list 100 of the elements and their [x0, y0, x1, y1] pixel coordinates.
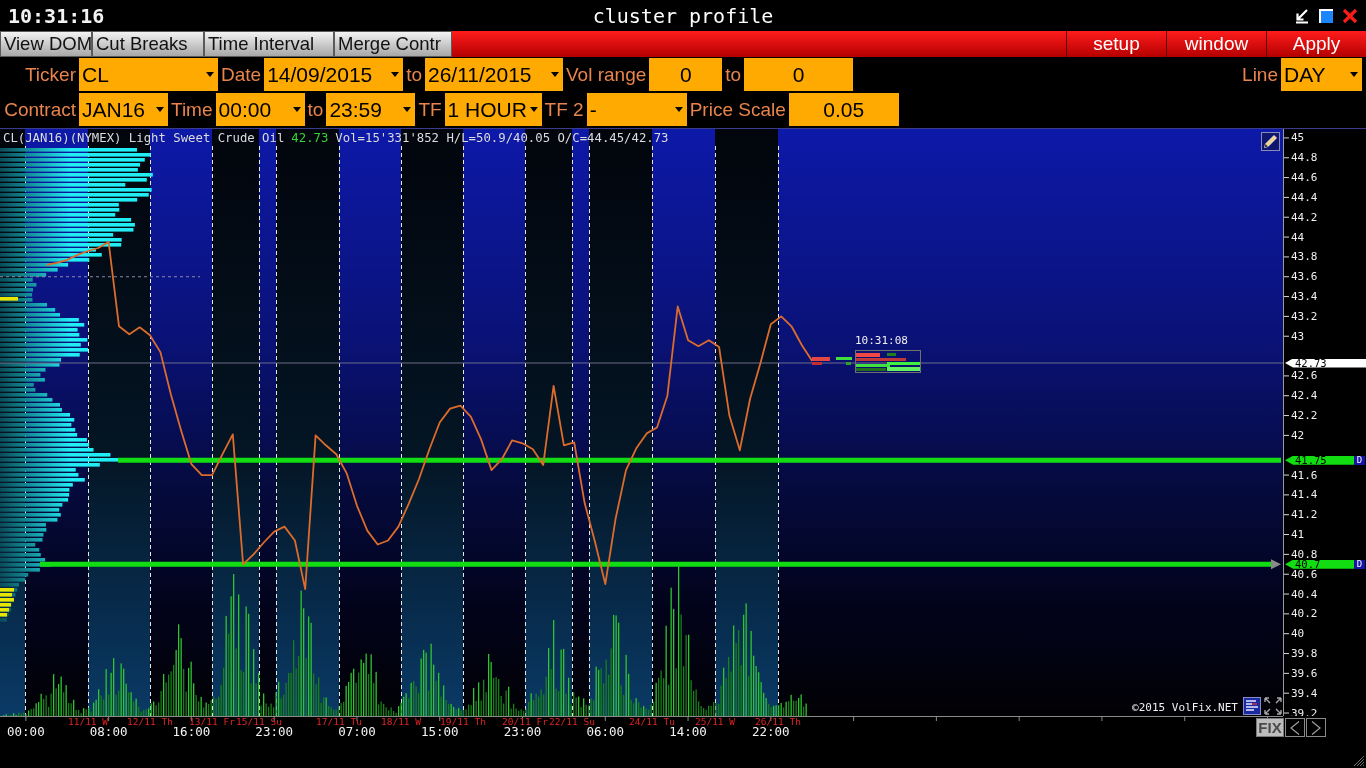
- field-label: Contract: [3, 97, 77, 122]
- field-label: TF 2: [543, 97, 585, 122]
- scroll-right-button[interactable]: [1306, 718, 1326, 737]
- number-field[interactable]: 0.05: [788, 93, 899, 126]
- copyright-text: ©2015 VolFix.NET: [1132, 702, 1238, 714]
- price-tick-label: 40.8: [1291, 549, 1318, 559]
- field-label: Date: [220, 62, 263, 87]
- toolbar-button[interactable]: View DOM: [0, 31, 92, 57]
- price-tick-label: 39.8: [1291, 649, 1318, 659]
- price-tick-label: 42.6: [1291, 371, 1318, 381]
- time-label: 08:00: [89, 726, 128, 738]
- caret-down-icon: [292, 107, 301, 112]
- dropdown-field[interactable]: 00:00: [215, 93, 305, 126]
- clock-time: 10:31:16: [8, 3, 105, 28]
- time-label: 23:00: [255, 726, 293, 738]
- price-tick-label: 43.8: [1291, 252, 1318, 262]
- time-label: 16:00: [172, 726, 211, 738]
- date-label: 11/11 W: [68, 717, 108, 726]
- price-tick-label: 41.6: [1291, 470, 1318, 480]
- time-label: 22:00: [752, 726, 790, 738]
- dropdown-field[interactable]: JAN16: [79, 93, 168, 126]
- window-title: cluster profile: [592, 3, 774, 28]
- toolbar-button[interactable]: Merge Contr: [334, 31, 452, 57]
- price-tick-label: 40.6: [1291, 569, 1318, 579]
- field-label: Price Scale: [688, 97, 787, 122]
- date-label: 15/11 Su: [236, 717, 282, 726]
- dropdown-field[interactable]: CL: [79, 58, 218, 91]
- price-tick-label: 43: [1291, 331, 1305, 341]
- chevron-left-icon: [1289, 720, 1301, 735]
- scroll-left-button[interactable]: [1285, 718, 1305, 737]
- edit-button[interactable]: [1261, 132, 1280, 151]
- price-tick-label: 44.4: [1291, 192, 1318, 202]
- price-tick-label: 42.2: [1291, 411, 1318, 421]
- caret-down-icon: [529, 107, 538, 112]
- price-tick-label: 42.4: [1291, 391, 1318, 401]
- price-tick-label: 40.2: [1291, 609, 1318, 619]
- resize-grip-icon[interactable]: [1351, 753, 1365, 767]
- dropdown-field[interactable]: 14/09/2015: [264, 58, 404, 91]
- price-tick-label: 39.4: [1291, 688, 1318, 698]
- cluster-time: 10:31:08: [855, 335, 908, 347]
- dropdown-field[interactable]: DAY: [1281, 58, 1362, 91]
- dropdown-field[interactable]: -: [586, 93, 687, 126]
- caret-down-icon: [1350, 72, 1358, 77]
- date-label: 25/11 W: [695, 717, 735, 726]
- price-tick-label: 44: [1291, 232, 1305, 242]
- number-field[interactable]: 0: [744, 58, 854, 91]
- date-label: 22/11 Su: [549, 717, 595, 726]
- caret-down-icon: [403, 107, 412, 112]
- close-icon[interactable]: [1342, 7, 1358, 24]
- date-label: 13/11 Fr: [189, 717, 235, 726]
- caret-down-icon: [551, 72, 559, 77]
- bar-list-icon[interactable]: [1243, 697, 1261, 715]
- price-tick-label: 43.6: [1291, 272, 1318, 282]
- time-label: 15:00: [420, 726, 459, 738]
- field-label: to: [405, 62, 423, 87]
- chevron-right-icon: [1310, 720, 1322, 735]
- dropdown-field[interactable]: 23:59: [326, 93, 416, 126]
- dropdown-field[interactable]: 26/11/2015: [425, 58, 563, 91]
- price-tick-label: 43.4: [1291, 292, 1318, 302]
- level-tag: D: [1354, 455, 1365, 465]
- date-label: 17/11 Tu: [316, 717, 362, 726]
- level-tag: D: [1354, 559, 1365, 569]
- price-tick-label: 41: [1291, 530, 1305, 540]
- level-marker: 41.75: [1285, 455, 1354, 465]
- dropdown-field[interactable]: 1 HOUR: [444, 93, 542, 126]
- caret-down-icon: [391, 72, 400, 77]
- price-tick-label: 39.2: [1291, 708, 1318, 716]
- field-label: to: [724, 62, 743, 87]
- date-label: 12/11 Th: [127, 717, 173, 726]
- last-price: 42.73: [291, 131, 329, 145]
- time-label: 23:00: [503, 726, 542, 738]
- last-price-marker: 42.73: [1285, 358, 1366, 368]
- square-icon[interactable]: [1318, 7, 1334, 24]
- number-field[interactable]: 0: [649, 58, 723, 91]
- time-label: 06:00: [586, 726, 625, 738]
- date-label: 18/11 W: [381, 717, 421, 726]
- price-tick-label: 39.6: [1291, 668, 1318, 678]
- field-label: Time: [170, 97, 214, 122]
- caret-down-icon: [674, 107, 683, 112]
- caret-down-icon: [156, 107, 164, 112]
- price-tick-label: 44.6: [1291, 173, 1318, 183]
- arrow-down-left-icon[interactable]: [1294, 7, 1310, 24]
- date-label: 19/11 Th: [440, 717, 486, 726]
- expand-icon[interactable]: [1264, 697, 1282, 715]
- date-label: 24/11 Tu: [629, 717, 675, 726]
- toolbar-button[interactable]: Time Interval: [204, 31, 334, 57]
- date-label: 26/11 Th: [755, 717, 801, 726]
- field-label: to: [306, 97, 325, 122]
- toolbar-button[interactable]: Cut Breaks: [92, 31, 204, 57]
- level-marker: 40.7: [1285, 559, 1354, 569]
- price-tick-label: 41.2: [1291, 510, 1318, 520]
- price-tick-label: 41.4: [1291, 490, 1318, 500]
- time-label: 00:00: [7, 726, 45, 738]
- pencil-icon: [1263, 134, 1278, 149]
- fix-button[interactable]: FIX: [1256, 718, 1284, 737]
- field-label: Line: [1241, 62, 1279, 87]
- price-tick-label: 40: [1291, 629, 1305, 639]
- field-label: Vol range: [565, 62, 648, 87]
- price-tick-label: 40.4: [1291, 589, 1318, 599]
- field-label: Ticker: [23, 62, 77, 87]
